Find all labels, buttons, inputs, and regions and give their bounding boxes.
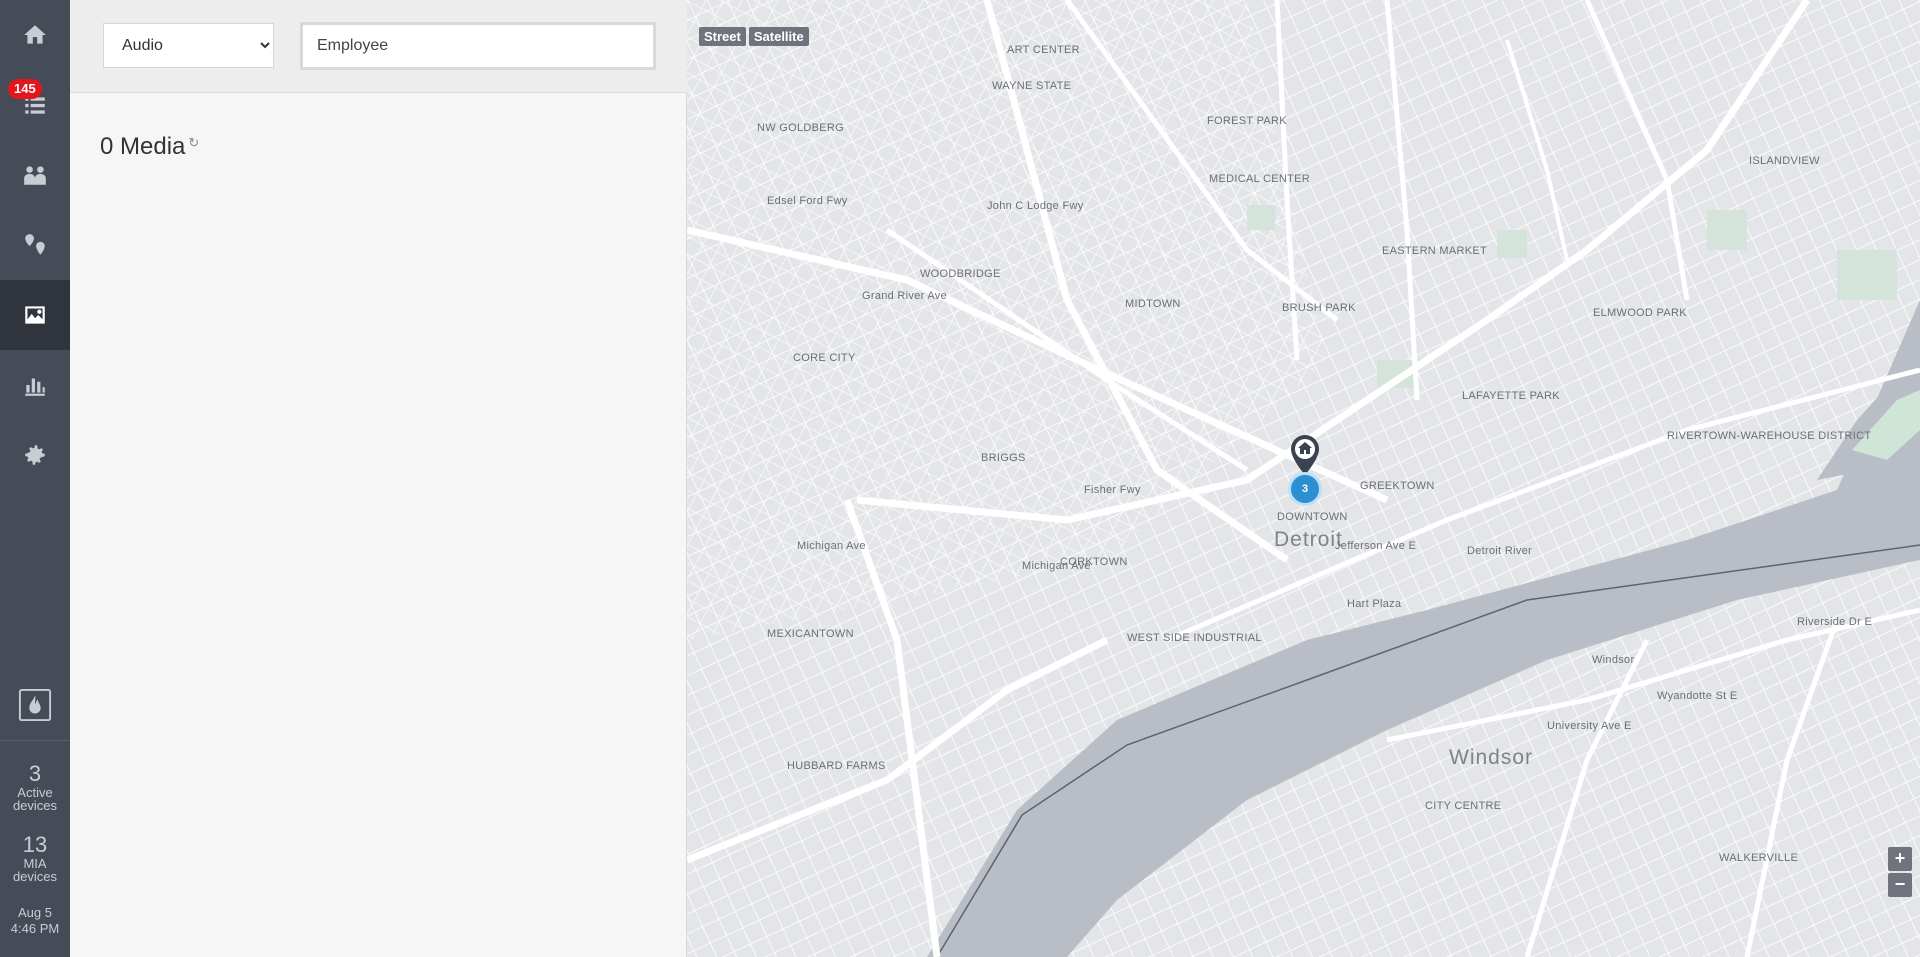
clock: Aug 5 4:46 PM: [0, 905, 70, 937]
sidebar: 145 3 Active devices 13 MIA devices Aug …: [0, 0, 70, 957]
map-label-woodbridge: WOODBRIDGE: [920, 268, 1001, 280]
map-label-hart-plaza: Hart Plaza: [1347, 598, 1402, 610]
media-type-select[interactable]: Audio: [103, 23, 274, 68]
map-type-toggle: Street Satellite: [699, 27, 809, 46]
home-icon: [24, 25, 46, 44]
map-label-windsor: Windsor: [1449, 746, 1534, 769]
nav-settings[interactable]: [0, 420, 70, 490]
mia-devices-count: 13: [22, 832, 48, 857]
clock-date: Aug 5: [18, 905, 52, 920]
nav-media[interactable]: [0, 280, 70, 350]
map-label-greektown: GREEKTOWN: [1360, 480, 1435, 492]
zoom-out-button[interactable]: −: [1888, 873, 1912, 897]
map-label-eastern-market: EASTERN MARKET: [1382, 245, 1488, 257]
map-label-jefferson: Jefferson Ave E: [1335, 540, 1417, 552]
media-count-title: 0 Media ↻: [100, 133, 199, 161]
location-icon: [25, 234, 45, 255]
map-label-wyandotte: Wyandotte St E: [1657, 690, 1738, 702]
fire-icon: [18, 688, 52, 722]
map-label-art-center: ART CENTER: [1007, 44, 1080, 56]
map-label-core-city: CORE CITY: [793, 352, 856, 364]
zoom-in-button[interactable]: +: [1888, 847, 1912, 871]
map-label-walkerville: WALKERVILLE: [1719, 852, 1799, 864]
map-label-grand-river: Grand River Ave: [862, 290, 948, 302]
employee-input[interactable]: [300, 22, 656, 70]
map-label-medical-center: MEDICAL CENTER: [1209, 173, 1310, 185]
map-label-michigan-ave: Michigan Ave: [797, 540, 866, 552]
map-label-city-centre: CITY CENTRE: [1425, 800, 1502, 812]
people-icon: [24, 166, 46, 185]
map-label-wayne-state: WAYNE STATE: [992, 80, 1072, 92]
nav-home[interactable]: [0, 0, 70, 70]
map-label-brush-park: BRUSH PARK: [1282, 302, 1356, 314]
map-label-lafayette-park: LAFAYETTE PARK: [1462, 390, 1560, 402]
map-label-mexicantown: MEXICANTOWN: [767, 628, 854, 640]
satellite-view-button[interactable]: Satellite: [748, 27, 809, 46]
map-label-rivertown: RIVERTOWN-WAREHOUSE DISTRICT: [1667, 430, 1872, 442]
map-label-forest-park: FOREST PARK: [1207, 115, 1287, 127]
filter-toolbar: Audio: [70, 0, 687, 93]
nav-reports[interactable]: [0, 350, 70, 420]
device-cluster-marker[interactable]: 3: [1288, 472, 1322, 506]
map-label-detroit: Detroit: [1274, 528, 1343, 551]
map-label-briggs: BRIGGS: [981, 452, 1026, 464]
map-label-nw-goldberg: NW GOLDBERG: [757, 122, 845, 134]
active-devices-label-2: devices: [12, 798, 58, 813]
street-view-button[interactable]: Street: [699, 27, 746, 46]
map-label-detroit-river: Detroit River: [1467, 545, 1533, 557]
refresh-icon[interactable]: ↻: [188, 135, 199, 151]
notification-badge[interactable]: 145: [8, 79, 42, 99]
map-label-west-side-industrial: WEST SIDE INDUSTRIAL: [1127, 632, 1262, 644]
nav-people[interactable]: [0, 140, 70, 210]
gear-icon: [25, 445, 45, 465]
map[interactable]: ART CENTER WAYNE STATE FOREST PARK NW GO…: [687, 0, 1920, 957]
brand-logo[interactable]: [0, 688, 70, 724]
map-label-riverside-dr: Riverside Dr E: [1797, 616, 1873, 628]
map-label-university-ave: University Ave E: [1547, 720, 1632, 732]
map-label-michigan-ave-2: Michigan Ave: [1022, 560, 1091, 572]
media-count-text: 0 Media: [100, 133, 186, 160]
image-icon: [25, 306, 45, 324]
active-devices-count: 3: [28, 761, 42, 786]
active-devices[interactable]: 3 Active devices: [0, 761, 70, 813]
bar-chart-icon: [25, 378, 45, 396]
map-label-edsel-ford: Edsel Ford Fwy: [767, 195, 848, 207]
clock-time: 4:46 PM: [10, 921, 60, 936]
map-label-fisher-fwy: Fisher Fwy: [1084, 484, 1141, 496]
map-label-john-c-lodge: John C Lodge Fwy: [987, 200, 1084, 212]
map-label-elmwood-park: ELMWOOD PARK: [1593, 307, 1687, 319]
home-pin-icon[interactable]: [1288, 433, 1322, 477]
map-label-islandview: ISLANDVIEW: [1749, 155, 1820, 167]
nav-locations[interactable]: [0, 210, 70, 280]
mia-devices[interactable]: 13 MIA devices: [0, 832, 70, 884]
map-label-midtown: MIDTOWN: [1125, 298, 1181, 310]
map-label-hubbard-farms: HUBBARD FARMS: [787, 760, 886, 772]
map-label-downtown: DOWNTOWN: [1277, 511, 1348, 523]
media-panel: Audio 0 Media↻: [70, 0, 687, 957]
map-label-windsor-small: Windsor: [1592, 654, 1635, 666]
mia-devices-label-2: devices: [12, 869, 58, 884]
